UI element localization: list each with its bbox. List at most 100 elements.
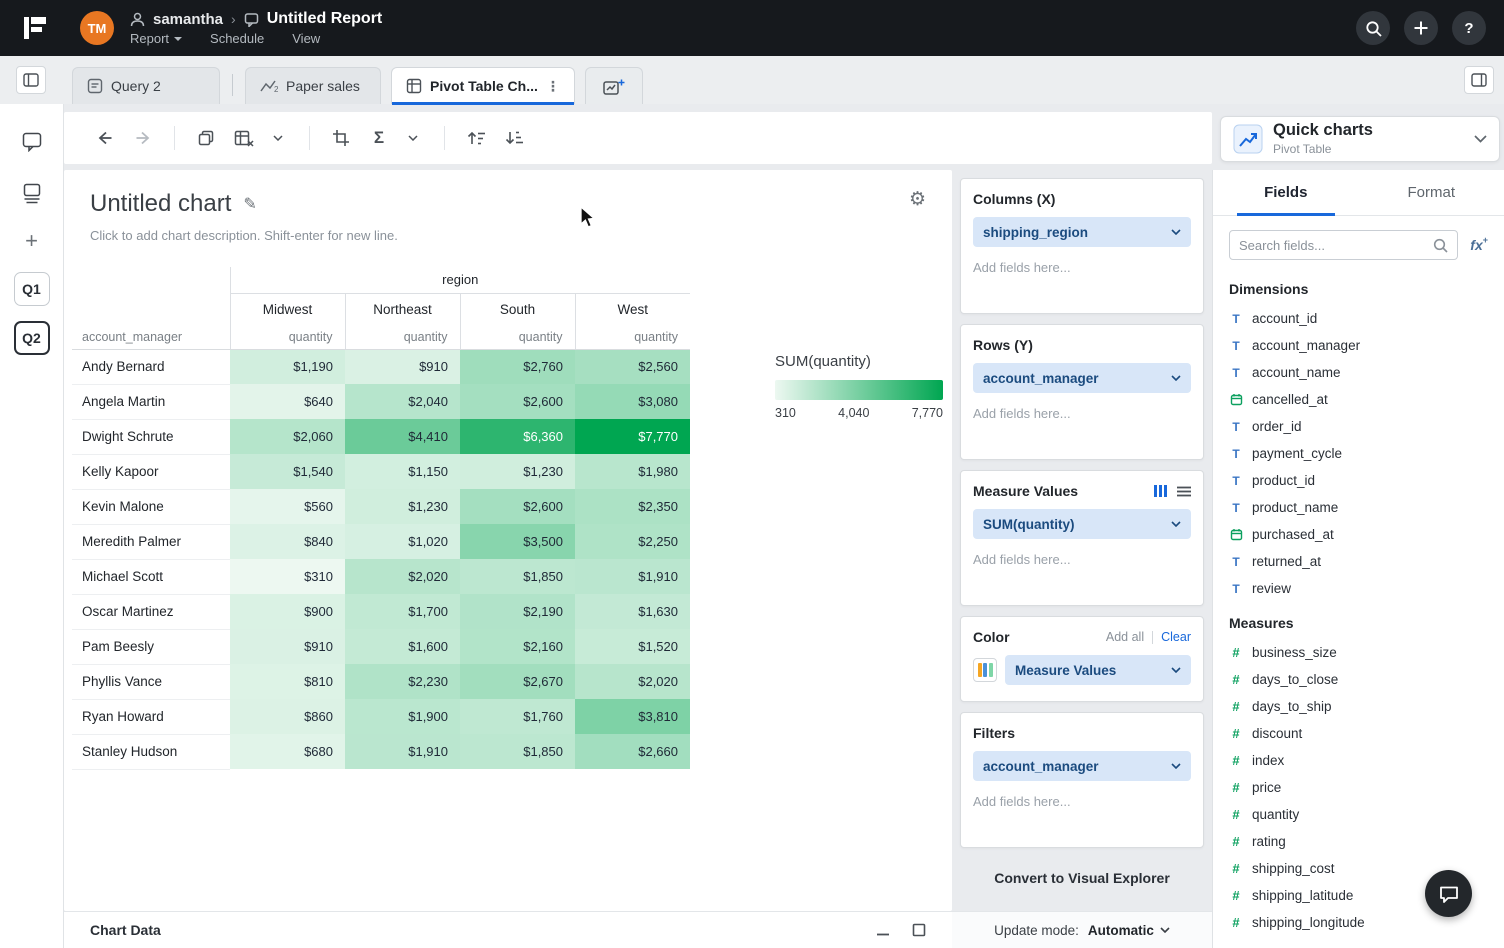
- field-label: review: [1252, 581, 1291, 596]
- pivot-column-header[interactable]: Midwest: [230, 293, 345, 325]
- menu-report[interactable]: Report: [130, 31, 182, 46]
- avatar[interactable]: TM: [80, 11, 114, 45]
- filters-pill[interactable]: account_manager: [973, 751, 1191, 781]
- field-item-dimension[interactable]: Torder_id: [1229, 413, 1488, 440]
- pivot-row-label: Kelly Kapoor: [72, 454, 230, 489]
- app-logo[interactable]: [18, 11, 52, 45]
- tab-paper-sales[interactable]: 2 Paper sales: [245, 67, 381, 104]
- field-item-measure[interactable]: #index: [1229, 747, 1488, 774]
- search-button[interactable]: [1356, 11, 1390, 45]
- pivot-value-cell: $2,040: [345, 384, 460, 419]
- swap-axes-button[interactable]: [322, 120, 360, 156]
- pivot-column-header[interactable]: South: [460, 293, 575, 325]
- breadcrumb-report-title[interactable]: Untitled Report: [267, 10, 383, 28]
- remove-table-dropdown[interactable]: [259, 120, 297, 156]
- query-badge-q2[interactable]: Q2: [14, 321, 50, 355]
- pivot-value-cell: $1,600: [345, 629, 460, 664]
- legend-gradient: [775, 380, 943, 400]
- tab-menu-icon[interactable]: ⋮: [546, 78, 560, 95]
- field-item-dimension[interactable]: Tpayment_cycle: [1229, 440, 1488, 467]
- undo-button[interactable]: [86, 120, 124, 156]
- menu-view[interactable]: View: [292, 31, 320, 46]
- tab-query-2[interactable]: Query 2: [72, 67, 220, 104]
- add-all-link[interactable]: Add all: [1106, 630, 1144, 644]
- formula-field-button[interactable]: fx+: [1470, 237, 1488, 253]
- field-label: days_to_close: [1252, 672, 1338, 687]
- pivot-row-label: Stanley Hudson: [72, 734, 230, 769]
- minimize-icon[interactable]: [876, 923, 890, 937]
- measure-values-pill[interactable]: SUM(quantity): [973, 509, 1191, 539]
- field-item-dimension[interactable]: Taccount_id: [1229, 305, 1488, 332]
- update-mode-label: Update mode:: [994, 923, 1079, 938]
- field-item-dimension[interactable]: Treturned_at: [1229, 548, 1488, 575]
- field-item-dimension[interactable]: Taccount_name: [1229, 359, 1488, 386]
- field-item-dimension[interactable]: purchased_at: [1229, 521, 1488, 548]
- chart-data-label[interactable]: Chart Data: [90, 922, 161, 938]
- query-badge-q1[interactable]: Q1: [14, 272, 50, 306]
- expand-right-panel-button[interactable]: [1464, 66, 1494, 94]
- chart-description-placeholder[interactable]: Click to add chart description. Shift-en…: [90, 228, 926, 243]
- chart-title[interactable]: Untitled chart: [90, 190, 231, 218]
- field-item-measure[interactable]: #days_to_ship: [1229, 693, 1488, 720]
- add-query-button[interactable]: +: [25, 230, 38, 252]
- sort-ascending-button[interactable]: [457, 120, 495, 156]
- field-item-measure[interactable]: #rating: [1229, 828, 1488, 855]
- new-chart-tab-button[interactable]: [585, 67, 643, 104]
- quick-charts-selector[interactable]: Quick charts Pivot Table: [1220, 116, 1500, 162]
- report-view-icon[interactable]: [16, 126, 48, 156]
- field-item-measure[interactable]: #days_to_close: [1229, 666, 1488, 693]
- datasets-icon[interactable]: [16, 178, 48, 208]
- pivot-column-header[interactable]: West: [575, 293, 690, 325]
- rows-y-pill[interactable]: account_manager: [973, 363, 1191, 393]
- pill-label: account_manager: [983, 371, 1099, 386]
- text-type-icon: T: [1229, 555, 1243, 569]
- list-layout-icon[interactable]: [1177, 486, 1191, 497]
- update-mode-selector[interactable]: Automatic: [1088, 923, 1170, 938]
- field-item-measure[interactable]: #business_size: [1229, 639, 1488, 666]
- tab-format[interactable]: Format: [1359, 170, 1504, 215]
- tab-pivot-table[interactable]: Pivot Table Ch... ⋮: [391, 67, 575, 104]
- convert-to-visual-explorer-link[interactable]: Convert to Visual Explorer: [960, 870, 1204, 886]
- remove-table-button[interactable]: [225, 120, 263, 156]
- field-label: discount: [1252, 726, 1302, 741]
- field-item-measure[interactable]: # price: [1229, 774, 1488, 801]
- maximize-icon[interactable]: [912, 923, 926, 937]
- expand-left-panel-button[interactable]: [16, 66, 46, 94]
- add-button[interactable]: [1404, 11, 1438, 45]
- pivot-column-header[interactable]: Northeast: [345, 293, 460, 325]
- support-chat-button[interactable]: [1425, 870, 1472, 917]
- menu-schedule[interactable]: Schedule: [210, 31, 264, 46]
- sort-descending-button[interactable]: [495, 120, 533, 156]
- redo-button[interactable]: [124, 120, 162, 156]
- columns-layout-icon[interactable]: [1154, 485, 1167, 497]
- field-label: rating: [1252, 834, 1286, 849]
- help-button[interactable]: ?: [1452, 11, 1486, 45]
- field-item-dimension[interactable]: cancelled_at: [1229, 386, 1488, 413]
- breadcrumb-user[interactable]: samantha: [153, 11, 223, 28]
- chart-settings-icon[interactable]: ⚙: [909, 188, 926, 211]
- field-item-dimension[interactable]: Taccount_manager: [1229, 332, 1488, 359]
- edit-title-icon[interactable]: ✎: [243, 194, 256, 214]
- chart-config-panel: Columns (X) shipping_region Add fields h…: [952, 170, 1212, 911]
- field-label: account_id: [1252, 311, 1317, 326]
- field-item-dimension[interactable]: Tproduct_name: [1229, 494, 1488, 521]
- field-item-measure[interactable]: #quantity: [1229, 801, 1488, 828]
- top-bar: TM samantha › Untitled Report Report Sch…: [0, 0, 1504, 56]
- field-item-dimension[interactable]: Treview: [1229, 575, 1488, 602]
- search-fields-input[interactable]: [1239, 238, 1433, 253]
- aggregate-dropdown[interactable]: [394, 120, 432, 156]
- color-pill[interactable]: Measure Values: [1005, 655, 1191, 685]
- color-swatch-icon[interactable]: [973, 658, 997, 682]
- field-item-measure[interactable]: #discount: [1229, 720, 1488, 747]
- columns-x-title: Columns (X): [973, 191, 1055, 207]
- field-label: product_id: [1252, 473, 1315, 488]
- columns-x-pill[interactable]: shipping_region: [973, 217, 1191, 247]
- field-label: price: [1252, 780, 1281, 795]
- field-item-dimension[interactable]: Tproduct_id: [1229, 467, 1488, 494]
- clear-link[interactable]: Clear: [1161, 630, 1191, 644]
- tab-fields[interactable]: Fields: [1213, 170, 1359, 215]
- aggregate-button[interactable]: Σ: [360, 120, 398, 156]
- search-fields-box[interactable]: [1229, 230, 1458, 260]
- number-type-icon: #: [1229, 780, 1243, 795]
- duplicate-chart-button[interactable]: [187, 120, 225, 156]
